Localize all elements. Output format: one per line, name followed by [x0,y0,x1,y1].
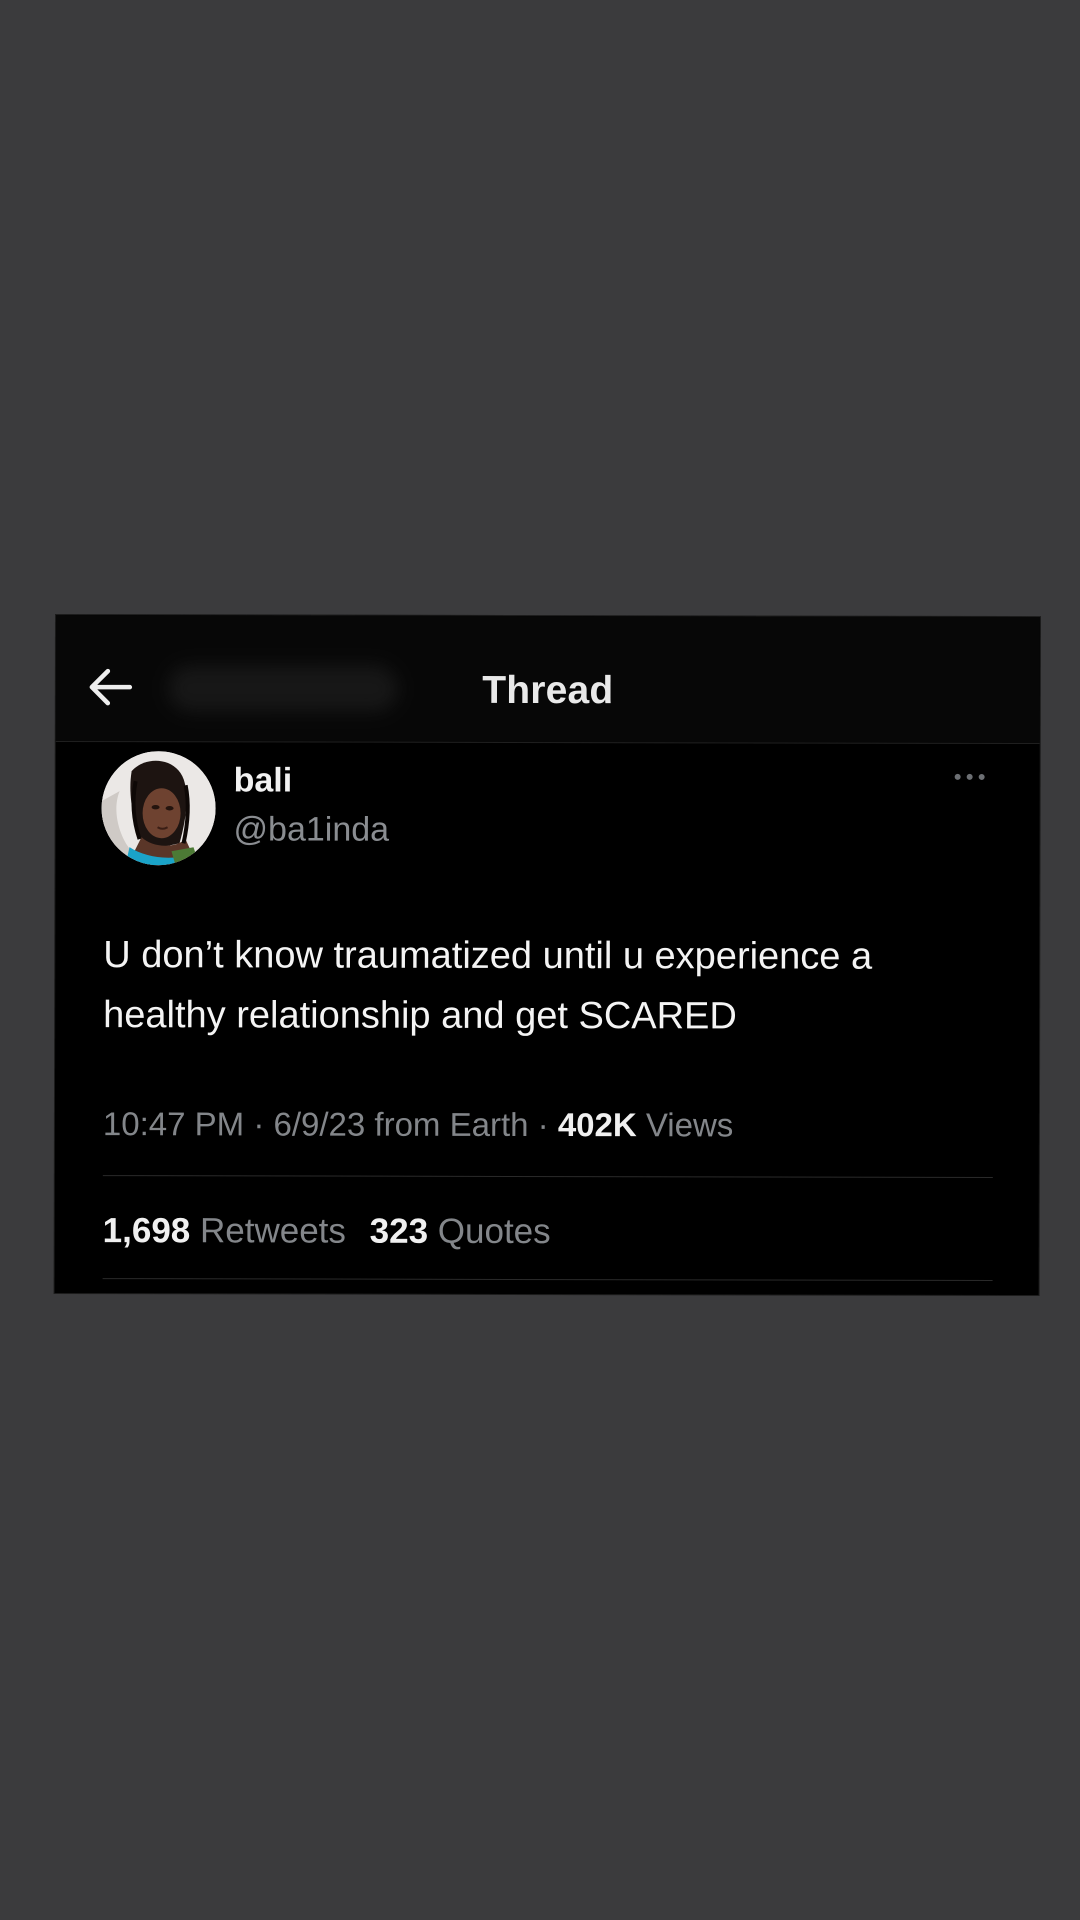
username-handle[interactable]: @ba1inda [234,810,390,849]
separator-dot: · [537,1106,549,1144]
avatar[interactable] [101,751,216,866]
views-count: 402K [557,1106,637,1144]
more-options-button[interactable] [950,767,990,787]
retweets-stat[interactable]: 1,698 Retweets [103,1211,356,1251]
tweet-meta: 10:47 PM · 6/9/23 from Earth · 402K View… [103,1105,733,1144]
display-name[interactable]: bali [234,761,293,800]
profile-photo [101,751,216,866]
views-label: Views [645,1106,734,1144]
separator-dot: · [253,1105,265,1143]
more-horizontal-icon [954,773,985,780]
tweet-text: U don’t know traumatized until u experie… [103,934,873,1038]
page-title: Thread [482,668,614,713]
tweet-date[interactable]: 6/9/23 [273,1105,365,1142]
quotes-stat[interactable]: 323 Quotes [370,1212,551,1251]
quotes-label: Quotes [437,1211,551,1252]
retweets-count: 1,698 [102,1211,191,1251]
retweets-label: Retweets [199,1211,346,1251]
thread-header: Thread [55,615,1040,745]
tweet-card: Thread bali @ba1inda U don’t know trauma… [54,615,1040,1296]
tweet-time[interactable]: 10:47 PM [103,1105,244,1142]
engagement-stats: 1,698 Retweets 323 Quotes [103,1211,551,1252]
divider [102,1175,993,1178]
divider [102,1278,993,1281]
tweet-source: from Earth [374,1105,529,1143]
quotes-count: 323 [369,1211,429,1251]
